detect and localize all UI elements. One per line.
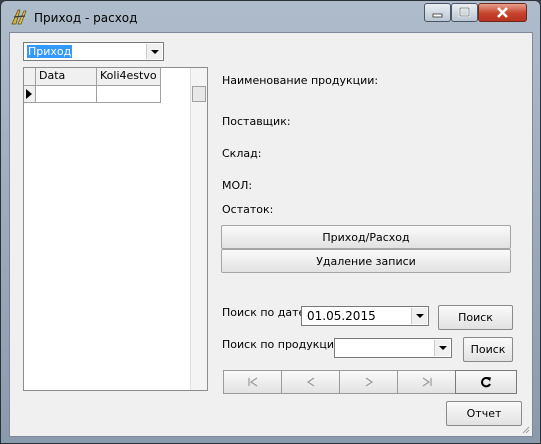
report-button[interactable]: Отчет [446, 401, 522, 426]
minimize-icon [432, 13, 443, 18]
delete-record-button[interactable]: Удаление записи [221, 249, 511, 273]
last-icon [422, 377, 432, 387]
date-picker-dropdown-button[interactable] [411, 308, 427, 324]
type-select-value: Приход [27, 45, 73, 58]
maximize-button[interactable] [451, 3, 478, 22]
product-label: Наименование продукции: [222, 74, 379, 87]
app-icon [11, 9, 27, 25]
product-select-dropdown-button[interactable] [434, 340, 450, 356]
grid-cell-quantity[interactable] [97, 86, 161, 103]
search-date-label: Поиск по дате [222, 306, 306, 319]
main-window: Приход - расход Приход Data Koli4estvo Н… [0, 0, 541, 444]
current-row-icon [26, 89, 32, 99]
supplier-label: Поставщик: [222, 115, 291, 128]
records-grid[interactable]: Data Koli4estvo [23, 67, 208, 391]
type-select-dropdown-button[interactable] [146, 44, 162, 59]
prior-icon [306, 377, 314, 387]
navigator-last-button[interactable] [397, 370, 456, 394]
chevron-down-icon [415, 314, 424, 318]
column-header-data[interactable]: Data [36, 68, 97, 86]
form-client: Приход Data Koli4estvo Наименование прод… [9, 32, 533, 437]
title-bar[interactable]: Приход - расход [1, 1, 540, 35]
next-icon [365, 377, 373, 387]
warehouse-label: Склад: [222, 147, 262, 160]
type-select[interactable]: Приход [23, 42, 164, 61]
first-icon [247, 377, 257, 387]
navigator-refresh-button[interactable] [455, 370, 517, 394]
navigator-next-button[interactable] [339, 370, 398, 394]
navigator-first-button[interactable] [223, 370, 282, 394]
resize-grip-icon[interactable] [520, 424, 530, 434]
minimize-button[interactable] [424, 3, 451, 22]
row-indicator [24, 86, 36, 103]
close-icon [497, 7, 508, 18]
product-select[interactable] [334, 338, 452, 358]
date-picker[interactable]: 01.05.2015 [301, 306, 429, 326]
refresh-icon [481, 376, 491, 388]
column-header-quantity[interactable]: Koli4estvo [97, 68, 161, 86]
mol-label: МОЛ: [222, 179, 253, 192]
navigator-prior-button[interactable] [281, 370, 340, 394]
remainder-label: Остаток: [222, 203, 274, 216]
search-date-button[interactable]: Поиск [438, 305, 513, 330]
maximize-icon [458, 6, 471, 18]
income-expense-button[interactable]: Приход/Расход [221, 225, 511, 249]
grid-vertical-scrollbar[interactable] [190, 68, 207, 390]
search-product-label: Поиск по продукции: [222, 338, 345, 351]
scrollbar-thumb[interactable] [192, 86, 206, 102]
chevron-down-icon [438, 346, 447, 350]
search-product-button[interactable]: Поиск [463, 337, 513, 362]
close-button[interactable] [478, 3, 527, 22]
grid-indicator-header [24, 68, 36, 86]
grid-cell-data[interactable] [36, 86, 97, 103]
window-title: Приход - расход [34, 11, 138, 25]
date-picker-value: 01.05.2015 [307, 309, 376, 323]
chevron-down-icon [150, 49, 159, 54]
